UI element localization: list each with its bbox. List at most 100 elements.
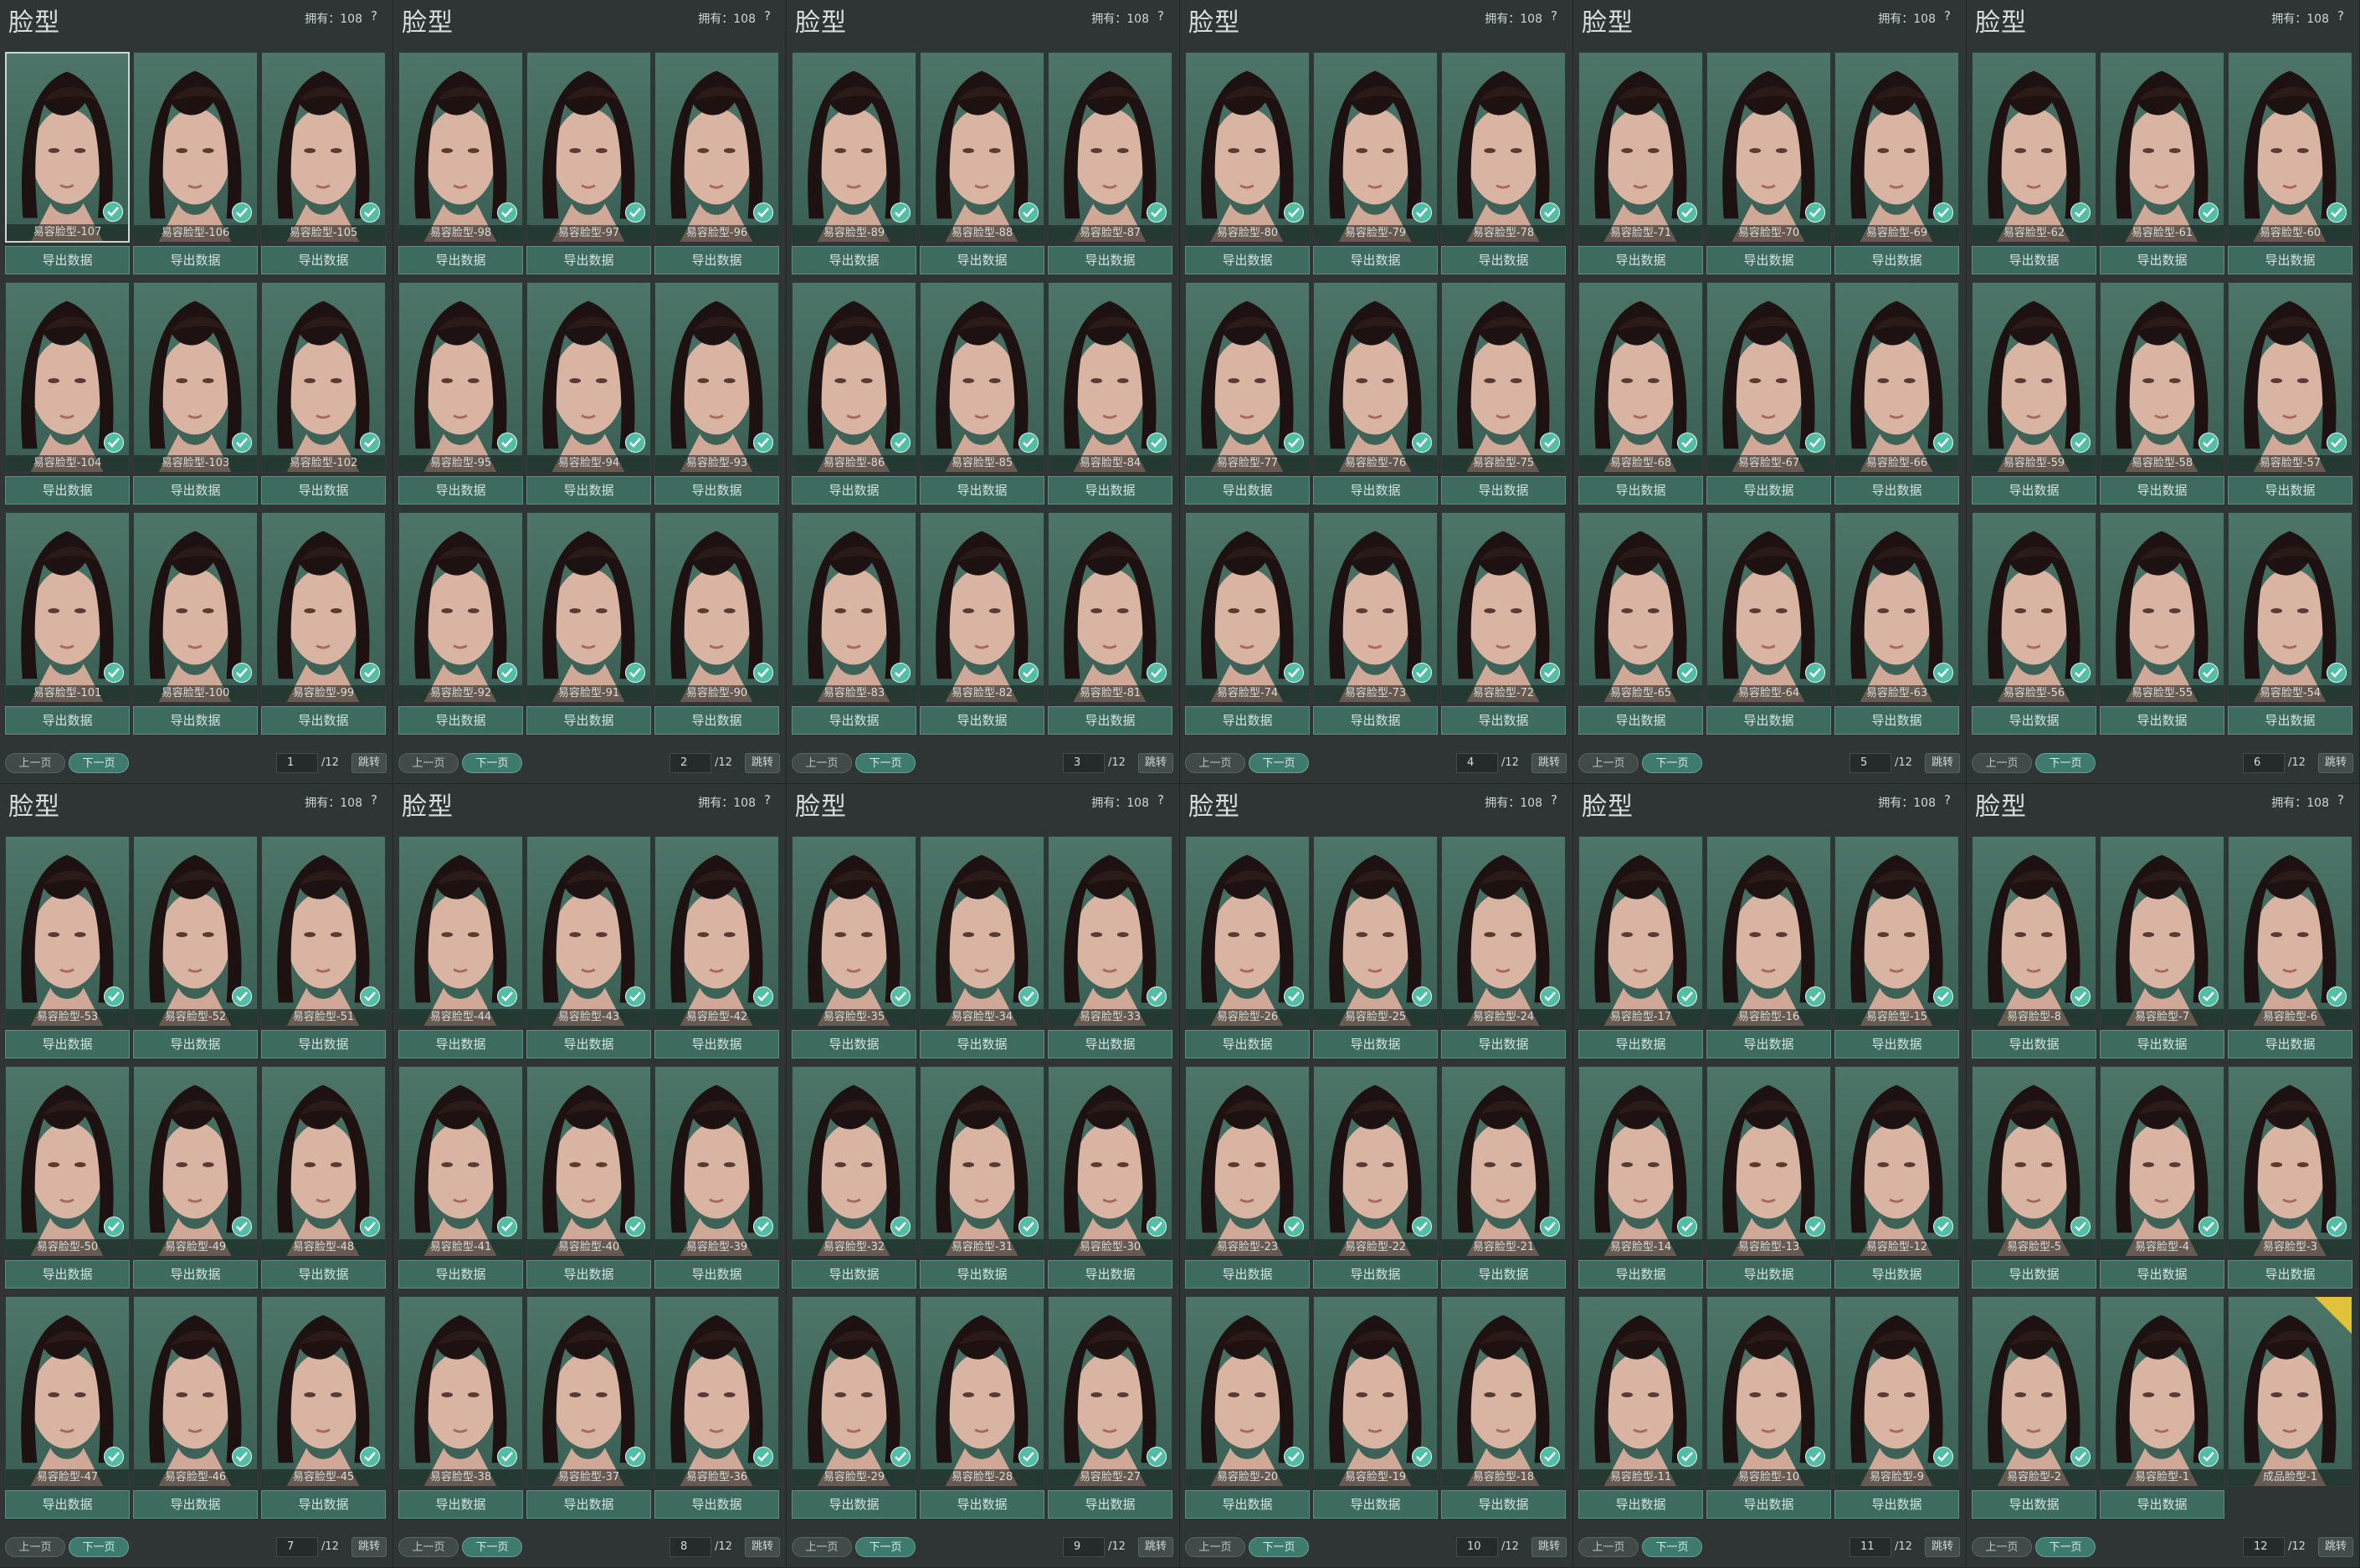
page-number-input[interactable]: 9 bbox=[1063, 1537, 1105, 1557]
face-thumbnail[interactable]: 易容脸型-85 bbox=[920, 282, 1044, 473]
face-card[interactable]: 易容脸型-93 导出数据 bbox=[654, 282, 779, 512]
face-card[interactable]: 易容脸型-77 导出数据 bbox=[1185, 282, 1310, 512]
export-data-button[interactable]: 导出数据 bbox=[526, 476, 651, 505]
export-data-button[interactable]: 导出数据 bbox=[133, 1260, 258, 1289]
export-data-button[interactable]: 导出数据 bbox=[792, 1030, 916, 1058]
face-thumbnail[interactable]: 易容脸型-2 bbox=[1972, 1296, 2096, 1487]
face-thumbnail[interactable]: 易容脸型-100 bbox=[133, 512, 258, 703]
face-card[interactable]: 易容脸型-3 导出数据 bbox=[2228, 1066, 2352, 1296]
export-data-button[interactable]: 导出数据 bbox=[1834, 476, 1959, 505]
face-thumbnail[interactable]: 易容脸型-91 bbox=[526, 512, 651, 703]
face-card[interactable]: 易容脸型-69 导出数据 bbox=[1834, 52, 1959, 282]
export-data-button[interactable]: 导出数据 bbox=[1441, 246, 1566, 274]
export-data-button[interactable]: 导出数据 bbox=[1441, 1490, 1566, 1519]
face-thumbnail[interactable]: 易容脸型-34 bbox=[920, 836, 1044, 1027]
face-thumbnail[interactable]: 易容脸型-8 bbox=[1972, 836, 2096, 1027]
face-card[interactable]: 易容脸型-15 导出数据 bbox=[1834, 836, 1959, 1066]
export-data-button[interactable]: 导出数据 bbox=[133, 476, 258, 505]
face-card[interactable]: 易容脸型-61 导出数据 bbox=[2100, 52, 2224, 282]
face-thumbnail[interactable]: 易容脸型-107 bbox=[5, 52, 130, 243]
face-card[interactable]: 易容脸型-16 导出数据 bbox=[1706, 836, 1831, 1066]
face-thumbnail[interactable]: 易容脸型-21 bbox=[1441, 1066, 1566, 1257]
face-card[interactable]: 易容脸型-64 导出数据 bbox=[1706, 512, 1831, 742]
export-data-button[interactable]: 导出数据 bbox=[1706, 1030, 1831, 1058]
face-card[interactable]: 易容脸型-6 导出数据 bbox=[2228, 836, 2352, 1066]
face-card[interactable]: 易容脸型-49 导出数据 bbox=[133, 1066, 258, 1296]
face-thumbnail[interactable]: 易容脸型-80 bbox=[1185, 52, 1310, 243]
face-card[interactable]: 易容脸型-7 导出数据 bbox=[2100, 836, 2224, 1066]
export-data-button[interactable]: 导出数据 bbox=[261, 1260, 386, 1289]
face-card[interactable]: 易容脸型-101 导出数据 bbox=[5, 512, 130, 742]
help-icon[interactable]: ? bbox=[366, 792, 382, 808]
export-data-button[interactable]: 导出数据 bbox=[5, 476, 130, 505]
face-card[interactable]: 易容脸型-18 导出数据 bbox=[1441, 1296, 1566, 1526]
next-page-button[interactable]: 下一页 bbox=[855, 1537, 916, 1557]
next-page-button[interactable]: 下一页 bbox=[69, 1537, 129, 1557]
page-number-input[interactable]: 5 bbox=[1850, 753, 1891, 773]
export-data-button[interactable]: 导出数据 bbox=[2228, 706, 2352, 735]
face-thumbnail[interactable]: 易容脸型-94 bbox=[526, 282, 651, 473]
face-card[interactable]: 易容脸型-88 导出数据 bbox=[920, 52, 1044, 282]
face-card[interactable]: 易容脸型-39 导出数据 bbox=[654, 1066, 779, 1296]
export-data-button[interactable]: 导出数据 bbox=[261, 1030, 386, 1058]
export-data-button[interactable]: 导出数据 bbox=[398, 1490, 523, 1519]
jump-button[interactable]: 跳转 bbox=[1925, 753, 1960, 773]
face-card[interactable]: 易容脸型-99 导出数据 bbox=[261, 512, 386, 742]
face-thumbnail[interactable]: 易容脸型-76 bbox=[1313, 282, 1438, 473]
face-card[interactable]: 易容脸型-94 导出数据 bbox=[526, 282, 651, 512]
face-thumbnail[interactable]: 易容脸型-93 bbox=[654, 282, 779, 473]
face-card[interactable]: 易容脸型-106 导出数据 bbox=[133, 52, 258, 282]
face-card[interactable]: 易容脸型-46 导出数据 bbox=[133, 1296, 258, 1526]
page-number-input[interactable]: 7 bbox=[276, 1537, 318, 1557]
prev-page-button[interactable]: 上一页 bbox=[792, 1537, 852, 1557]
face-card[interactable]: 易容脸型-60 导出数据 bbox=[2228, 52, 2352, 282]
face-thumbnail[interactable]: 易容脸型-66 bbox=[1834, 282, 1959, 473]
face-thumbnail[interactable]: 易容脸型-70 bbox=[1706, 52, 1831, 243]
face-card[interactable]: 易容脸型-80 导出数据 bbox=[1185, 52, 1310, 282]
face-card[interactable]: 易容脸型-84 导出数据 bbox=[1048, 282, 1172, 512]
face-card[interactable]: 易容脸型-1 导出数据 bbox=[2100, 1296, 2224, 1526]
face-card[interactable]: 易容脸型-86 导出数据 bbox=[792, 282, 916, 512]
face-thumbnail[interactable]: 易容脸型-73 bbox=[1313, 512, 1438, 703]
face-card[interactable]: 易容脸型-8 导出数据 bbox=[1972, 836, 2096, 1066]
face-card[interactable]: 易容脸型-19 导出数据 bbox=[1313, 1296, 1438, 1526]
face-thumbnail[interactable]: 易容脸型-46 bbox=[133, 1296, 258, 1487]
face-card[interactable]: 易容脸型-90 导出数据 bbox=[654, 512, 779, 742]
help-icon[interactable]: ? bbox=[2332, 792, 2349, 808]
face-thumbnail[interactable]: 易容脸型-45 bbox=[261, 1296, 386, 1487]
face-card[interactable]: 易容脸型-47 导出数据 bbox=[5, 1296, 130, 1526]
face-card[interactable]: 易容脸型-75 导出数据 bbox=[1441, 282, 1566, 512]
jump-button[interactable]: 跳转 bbox=[1531, 1537, 1567, 1557]
face-thumbnail[interactable]: 易容脸型-32 bbox=[792, 1066, 916, 1257]
face-card[interactable]: 易容脸型-45 导出数据 bbox=[261, 1296, 386, 1526]
face-thumbnail[interactable]: 易容脸型-87 bbox=[1048, 52, 1172, 243]
page-number-input[interactable]: 12 bbox=[2243, 1537, 2285, 1557]
next-page-button[interactable]: 下一页 bbox=[462, 1537, 522, 1557]
face-card[interactable]: 易容脸型-67 导出数据 bbox=[1706, 282, 1831, 512]
export-data-button[interactable]: 导出数据 bbox=[1972, 1490, 2096, 1519]
face-card[interactable]: 易容脸型-76 导出数据 bbox=[1313, 282, 1438, 512]
face-card[interactable]: 易容脸型-53 导出数据 bbox=[5, 836, 130, 1066]
face-thumbnail[interactable]: 易容脸型-55 bbox=[2100, 512, 2224, 703]
face-card[interactable]: 易容脸型-105 导出数据 bbox=[261, 52, 386, 282]
help-icon[interactable]: ? bbox=[759, 8, 776, 24]
export-data-button[interactable]: 导出数据 bbox=[2228, 476, 2352, 505]
face-card[interactable]: 易容脸型-42 导出数据 bbox=[654, 836, 779, 1066]
face-thumbnail[interactable]: 易容脸型-61 bbox=[2100, 52, 2224, 243]
face-card[interactable]: 易容脸型-87 导出数据 bbox=[1048, 52, 1172, 282]
face-card[interactable]: 易容脸型-23 导出数据 bbox=[1185, 1066, 1310, 1296]
export-data-button[interactable]: 导出数据 bbox=[526, 1260, 651, 1289]
export-data-button[interactable]: 导出数据 bbox=[2100, 1030, 2224, 1058]
face-card[interactable]: 易容脸型-11 导出数据 bbox=[1578, 1296, 1703, 1526]
face-card[interactable]: 易容脸型-29 导出数据 bbox=[792, 1296, 916, 1526]
page-number-input[interactable]: 6 bbox=[2243, 753, 2285, 773]
face-card[interactable]: 易容脸型-13 导出数据 bbox=[1706, 1066, 1831, 1296]
export-data-button[interactable]: 导出数据 bbox=[1185, 246, 1310, 274]
prev-page-button[interactable]: 上一页 bbox=[5, 1537, 65, 1557]
jump-button[interactable]: 跳转 bbox=[1925, 1537, 1960, 1557]
export-data-button[interactable]: 导出数据 bbox=[920, 1260, 1044, 1289]
export-data-button[interactable]: 导出数据 bbox=[920, 1490, 1044, 1519]
face-thumbnail[interactable]: 易容脸型-51 bbox=[261, 836, 386, 1027]
help-icon[interactable]: ? bbox=[1152, 8, 1169, 24]
help-icon[interactable]: ? bbox=[1939, 792, 1956, 808]
